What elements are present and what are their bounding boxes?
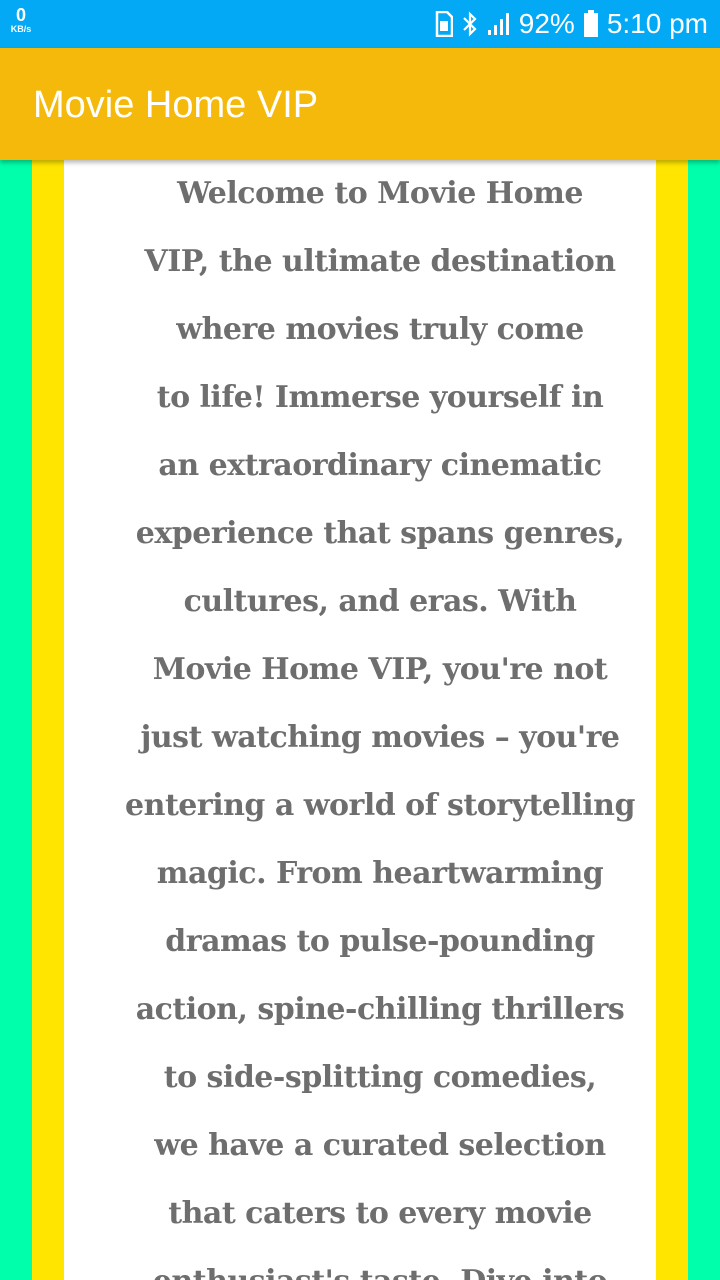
network-speed-unit: KB/s	[10, 24, 32, 34]
text-line: experience that spans genres,	[135, 516, 625, 551]
text-line: to side-splitting comedies,	[163, 1060, 597, 1095]
status-icons: 92% 5:10 pm	[435, 0, 708, 48]
text-line: dramas to pulse-pounding	[165, 924, 595, 959]
text-line: magic. From heartwarming	[156, 856, 604, 891]
text-line: enthusiast's taste. Dive into	[112, 1248, 648, 1280]
text-line: just watching movies – you're	[140, 720, 620, 755]
signal-icon	[487, 12, 511, 36]
status-bar: 0 KB/s 92% 5:10 pm	[0, 0, 720, 48]
right-inner-border	[656, 160, 688, 1280]
network-speed: 0 KB/s	[6, 6, 36, 34]
right-outer-border	[688, 160, 720, 1280]
network-speed-value: 0	[15, 5, 26, 25]
text-line: where movies truly come	[176, 312, 584, 347]
app-bar: Movie Home VIP	[0, 48, 720, 160]
battery-icon	[583, 10, 599, 38]
bluetooth-icon	[461, 11, 479, 37]
text-line: Welcome to Movie Home	[177, 176, 583, 211]
content-card[interactable]: Welcome to Movie Home VIP, the ultimate …	[64, 160, 656, 1280]
app-title: Movie Home VIP	[33, 84, 319, 126]
text-line: that caters to every movie	[168, 1196, 592, 1231]
welcome-text: Welcome to Movie Home VIP, the ultimate …	[112, 160, 648, 1280]
text-line: cultures, and eras. With	[183, 584, 577, 619]
clock: 5:10 pm	[606, 8, 708, 39]
text-line: VIP, the ultimate destination	[144, 244, 616, 279]
text-line: entering a world of storytelling	[125, 788, 635, 823]
battery-percent: 92%	[518, 8, 575, 39]
text-line: to life! Immerse yourself in	[156, 380, 604, 415]
sim-icon	[435, 11, 453, 37]
text-line: Movie Home VIP, you're not	[152, 652, 608, 687]
text-line: we have a curated selection	[154, 1128, 606, 1163]
text-line: action, spine-chilling thrillers	[135, 992, 625, 1027]
left-inner-border	[32, 160, 64, 1280]
left-outer-border	[0, 160, 32, 1280]
text-line: an extraordinary cinematic	[158, 448, 602, 483]
